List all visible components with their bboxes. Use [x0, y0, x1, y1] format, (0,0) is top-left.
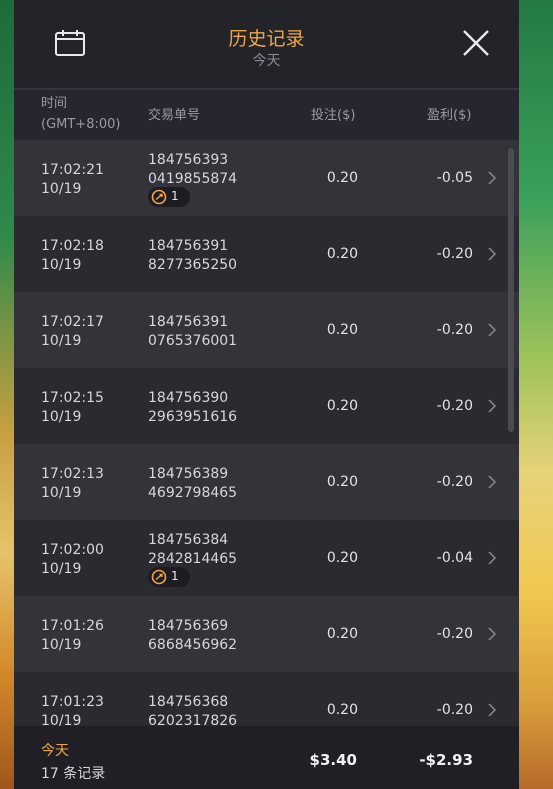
record-time: 17:02:13: [41, 466, 104, 482]
column-bet: 投注($): [311, 108, 356, 123]
record-profit: -0.20: [436, 474, 473, 490]
record-time: 17:02:00: [41, 542, 104, 558]
chevron-right-icon[interactable]: [487, 322, 497, 338]
record-profit: -0.20: [436, 626, 473, 642]
total-profit: -$2.93: [419, 751, 473, 769]
chevron-right-icon[interactable]: [487, 702, 497, 718]
record-time: 17:02:17: [41, 314, 104, 330]
scrollbar[interactable]: [508, 148, 514, 432]
record-date: 10/19: [41, 637, 82, 653]
table-row[interactable]: 17:01:23 10/19 184756368 6202317826 0.20 -0.2…: [14, 672, 519, 726]
order-id-line2: 4692798465: [148, 485, 238, 501]
order-id-line2: 6202317826: [148, 713, 238, 726]
table-row[interactable]: 17:02:00 10/19 184756384 2842814465 0.20 -0.0…: [14, 520, 519, 596]
order-id-line2: 8277365250: [148, 257, 238, 273]
record-time: 17:02:21: [41, 162, 104, 178]
feature-badge: 1: [148, 187, 190, 207]
free-spin-icon: [151, 569, 167, 585]
order-id-line1: 184756391: [148, 314, 229, 330]
column-order-id: 交易单号: [148, 108, 201, 123]
badge-count: 1: [171, 189, 179, 203]
table-row[interactable]: 17:02:21 10/19 184756393 0419855874 0.20 -0.0…: [14, 140, 519, 216]
order-id-line1: 184756384: [148, 532, 229, 548]
total-bet: $3.40: [309, 751, 357, 769]
column-timezone: (GMT+8:00): [41, 117, 121, 132]
order-id-line1: 184756393: [148, 152, 229, 168]
summary-footer: 今天 17 条记录 $3.40 -$2.93: [14, 726, 519, 789]
record-bet: 0.20: [326, 474, 358, 490]
order-id-line2: 6868456962: [148, 637, 238, 653]
column-time: 时间: [41, 96, 68, 111]
record-bet: 0.20: [326, 550, 358, 566]
record-time: 17:01:23: [41, 694, 104, 710]
record-profit: -0.04: [436, 550, 473, 566]
chevron-right-icon[interactable]: [487, 474, 497, 490]
table-row[interactable]: 17:02:13 10/19 184756389 4692798465 0.20 -0.2…: [14, 444, 519, 520]
record-date: 10/19: [41, 409, 82, 425]
game-background-left: [0, 0, 14, 789]
record-bet: 0.20: [326, 322, 358, 338]
record-bet: 0.20: [326, 246, 358, 262]
order-id-line2: 0765376001: [148, 333, 238, 349]
game-background-right: [519, 0, 553, 789]
table-row[interactable]: 17:02:15 10/19 184756390 2963951616 0.20 -0.2…: [14, 368, 519, 444]
order-id-line1: 184756369: [148, 618, 229, 634]
chevron-right-icon[interactable]: [487, 170, 497, 186]
record-time: 17:02:15: [41, 390, 104, 406]
record-profit: -0.20: [436, 702, 473, 718]
history-panel: 历史记录 今天 时间 (GMT+8:00) 交易单号 投注($) 盈利($) 1…: [14, 0, 519, 789]
order-id-line1: 184756391: [148, 238, 229, 254]
table-row[interactable]: 17:02:17 10/19 184756391 0765376001 0.20 -0.2…: [14, 292, 519, 368]
page-title: 历史记录: [228, 28, 305, 50]
table-row[interactable]: 17:02:18 10/19 184756391 8277365250 0.20 -0.2…: [14, 216, 519, 292]
record-profit: -0.05: [436, 170, 473, 186]
record-time: 17:01:26: [41, 618, 104, 634]
record-date: 10/19: [41, 485, 82, 501]
record-bet: 0.20: [326, 170, 358, 186]
order-id-line2: 2963951616: [148, 409, 238, 425]
record-date: 10/19: [41, 333, 82, 349]
order-id-line1: 184756390: [148, 390, 229, 406]
table-row[interactable]: 17:01:26 10/19 184756369 6868456962 0.20 -0.2…: [14, 596, 519, 672]
record-date: 10/19: [41, 181, 82, 197]
record-list[interactable]: 17:02:21 10/19 184756393 0419855874 0.20 -0.0…: [14, 140, 519, 726]
record-bet: 0.20: [326, 626, 358, 642]
record-date: 10/19: [41, 561, 82, 577]
chevron-right-icon[interactable]: [487, 246, 497, 262]
chevron-right-icon[interactable]: [487, 398, 497, 414]
record-bet: 0.20: [326, 702, 358, 718]
order-id-line2: 0419855874: [148, 171, 238, 187]
header: 历史记录 今天: [14, 0, 519, 90]
record-profit: -0.20: [436, 398, 473, 414]
record-profit: -0.20: [436, 246, 473, 262]
order-id-line1: 184756368: [148, 694, 229, 710]
close-icon[interactable]: [460, 27, 492, 59]
summary-period: 今天: [41, 743, 69, 759]
record-bet: 0.20: [326, 398, 358, 414]
badge-count: 1: [171, 569, 179, 583]
date-filter-label: 今天: [252, 53, 281, 69]
column-headers: 时间 (GMT+8:00) 交易单号 投注($) 盈利($): [14, 90, 519, 140]
record-date: 10/19: [41, 257, 82, 273]
chevron-right-icon[interactable]: [487, 626, 497, 642]
order-id-line2: 2842814465: [148, 551, 238, 567]
order-id-line1: 184756389: [148, 466, 229, 482]
chevron-right-icon[interactable]: [487, 550, 497, 566]
column-profit: 盈利($): [427, 108, 472, 123]
record-profit: -0.20: [436, 322, 473, 338]
record-date: 10/19: [41, 713, 82, 726]
free-spin-icon: [151, 189, 167, 205]
record-count: 17 条记录: [41, 766, 106, 782]
record-time: 17:02:18: [41, 238, 104, 254]
feature-badge: 1: [148, 567, 190, 587]
